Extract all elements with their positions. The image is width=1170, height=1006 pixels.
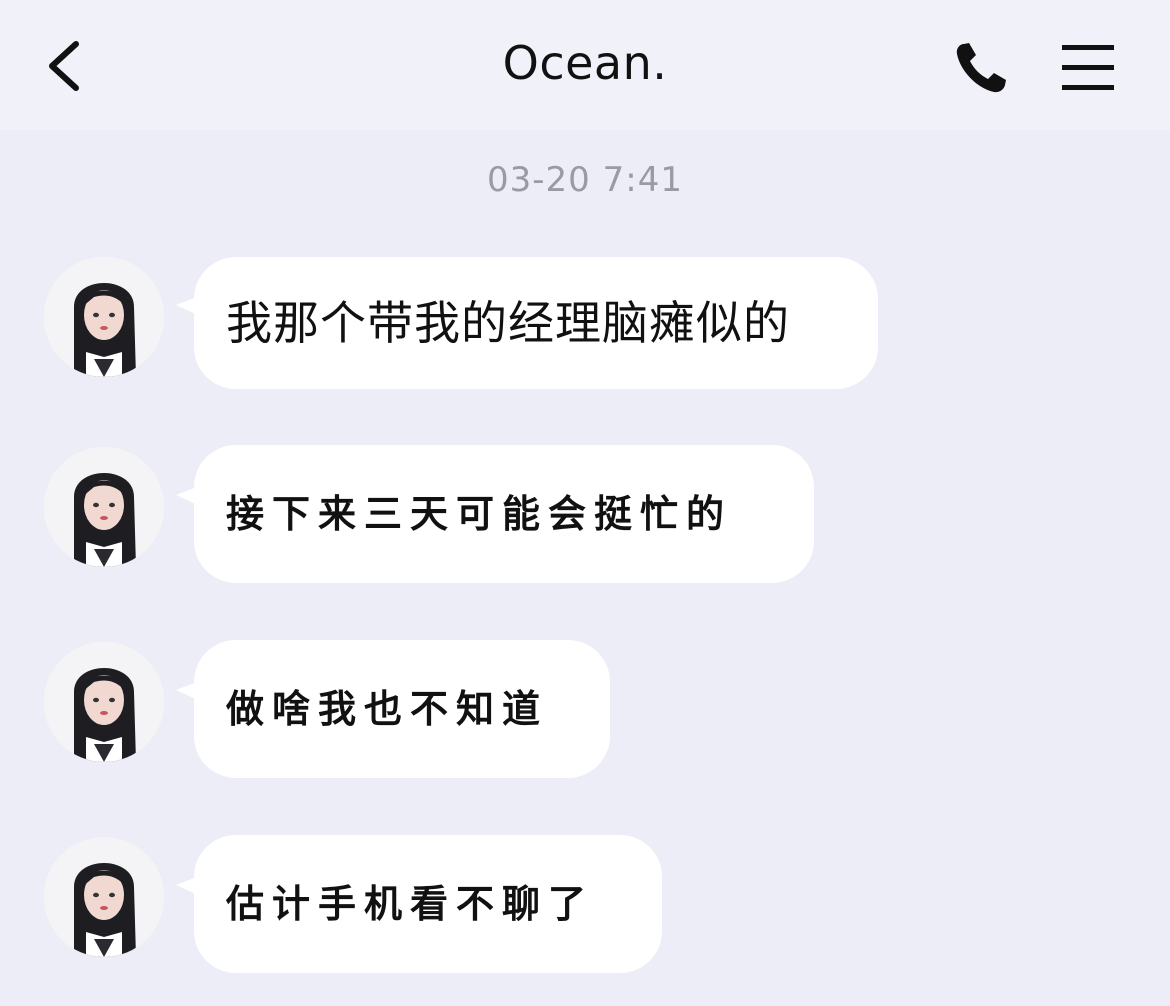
message-bubble[interactable]: 估计手机看不聊了: [194, 835, 662, 973]
chat-menu-button[interactable]: [1056, 38, 1120, 98]
message-text: 估计手机看不聊了: [226, 882, 595, 926]
hamburger-menu-icon: [1062, 45, 1114, 90]
avatar-portrait-image: [44, 447, 164, 567]
avatar[interactable]: [44, 642, 164, 762]
message-text: 做啥我也不知道: [226, 687, 549, 731]
message-bubble[interactable]: 做啥我也不知道: [194, 640, 610, 778]
message-timestamp: 03-20 7:41: [487, 160, 683, 200]
message-text: 我那个带我的经理脑瘫似的: [226, 296, 790, 350]
avatar-portrait-image: [44, 257, 164, 377]
message-row: 估计手机看不聊了: [0, 835, 1170, 973]
avatar[interactable]: [44, 257, 164, 377]
message-text: 接下来三天可能会挺忙的: [226, 492, 733, 536]
avatar[interactable]: [44, 447, 164, 567]
avatar-portrait-image: [44, 642, 164, 762]
message-row: 做啥我也不知道: [0, 640, 1170, 778]
chat-header: Ocean.: [0, 0, 1170, 130]
voice-call-button[interactable]: [950, 38, 1014, 98]
phone-icon: [956, 43, 1006, 93]
message-bubble[interactable]: 接下来三天可能会挺忙的: [194, 445, 814, 583]
avatar-portrait-image: [44, 837, 164, 957]
message-row: 我那个带我的经理脑瘫似的: [0, 257, 1170, 389]
avatar[interactable]: [44, 837, 164, 957]
message-bubble[interactable]: 我那个带我的经理脑瘫似的: [194, 257, 878, 389]
message-row: 接下来三天可能会挺忙的: [0, 445, 1170, 583]
